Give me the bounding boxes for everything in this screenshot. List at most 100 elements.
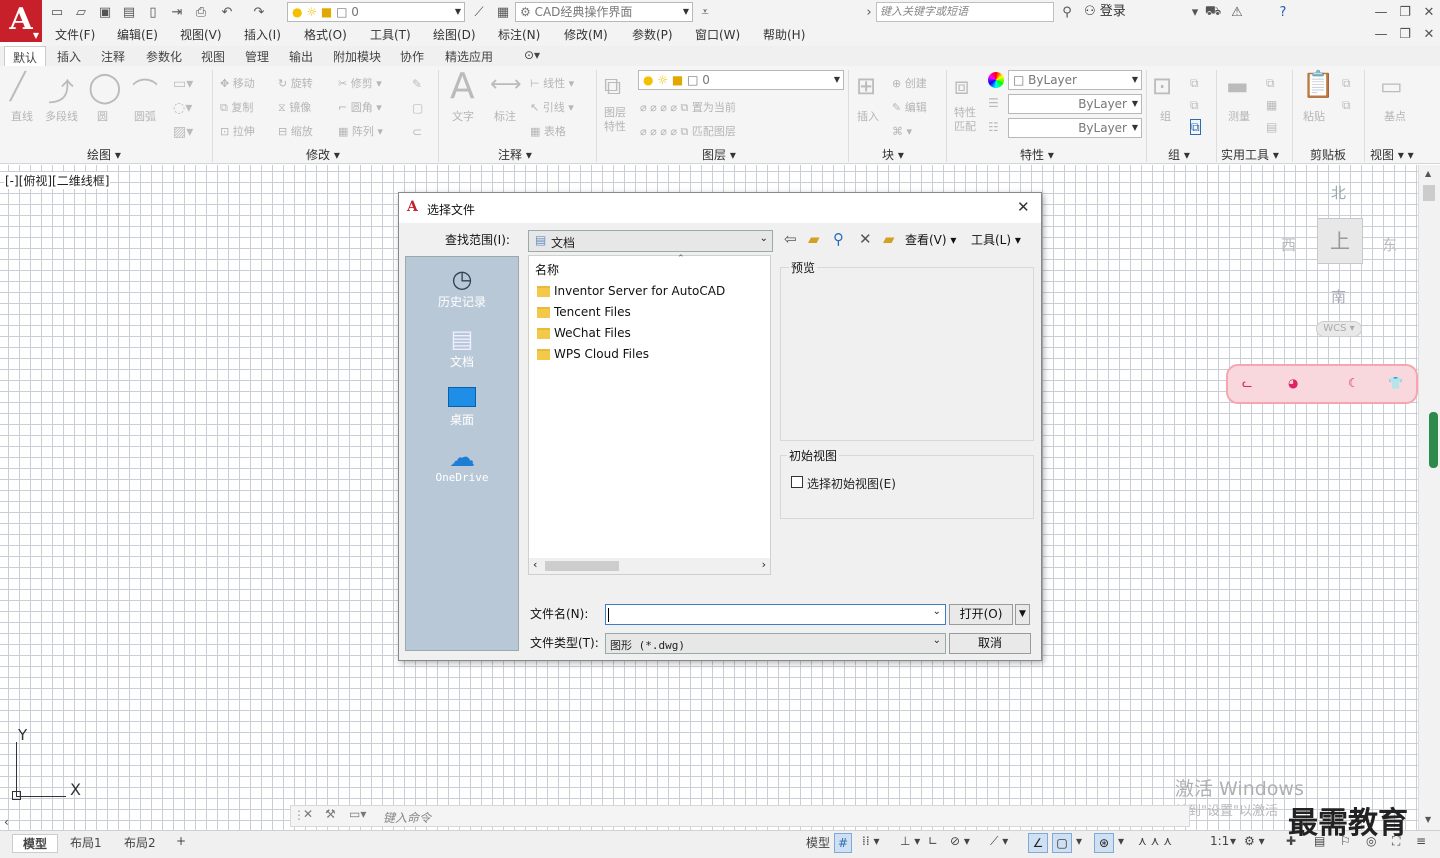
scroll-right-icon[interactable]: › bbox=[762, 558, 766, 571]
menu-draw[interactable]: 绘图(D) bbox=[433, 26, 476, 43]
file-list[interactable]: 名称 ⌃ Inventor Server for AutoCAD Tencent… bbox=[528, 254, 771, 575]
osnap-dropdown-icon[interactable]: ▾ bbox=[1076, 834, 1082, 848]
open-web-icon[interactable]: ▯ bbox=[144, 3, 162, 21]
color-combo[interactable]: □ ByLayer ▼ bbox=[1008, 70, 1142, 90]
vertical-scrollbar[interactable]: ▲ ▼ bbox=[1418, 165, 1440, 830]
restore-icon[interactable]: ❐ bbox=[1396, 3, 1414, 21]
back-icon[interactable]: ⇦ bbox=[784, 230, 797, 248]
menu-dimension[interactable]: 标注(N) bbox=[498, 26, 540, 43]
redo-icon[interactable]: ↷ bbox=[250, 3, 268, 21]
undo-icon[interactable]: ↶ bbox=[218, 3, 236, 21]
insert-block-icon[interactable]: ⊞ bbox=[856, 72, 876, 100]
panel-clip-label[interactable]: 剪贴板 bbox=[1310, 146, 1346, 163]
panel-annotate-label[interactable]: 注释 ▾ bbox=[498, 146, 532, 163]
tab-output[interactable]: 输出 bbox=[289, 48, 313, 65]
panel-props-label[interactable]: 特性 ▾ bbox=[1020, 146, 1054, 163]
compass-north[interactable]: 北 bbox=[1331, 182, 1346, 203]
tab-view[interactable]: 视图 bbox=[201, 48, 225, 65]
osnap-icon[interactable]: ▢ bbox=[1052, 833, 1072, 853]
scroll-down-icon[interactable]: ▼ bbox=[1425, 815, 1431, 824]
infer-icon[interactable]: ⊥ ▾ bbox=[900, 834, 920, 848]
command-input[interactable]: 键入命令 bbox=[383, 809, 431, 826]
delete-icon[interactable]: ✕ bbox=[859, 230, 872, 248]
save-web-icon[interactable]: ⇥ bbox=[168, 3, 186, 21]
scale-tool[interactable]: ⊟ 缩放 bbox=[278, 120, 313, 144]
dialog-close-icon[interactable]: ✕ bbox=[1017, 198, 1030, 216]
menu-edit[interactable]: 编辑(E) bbox=[117, 26, 158, 43]
scale-dropdown-icon[interactable]: ▾ bbox=[1230, 834, 1236, 848]
tab-insert[interactable]: 插入 bbox=[57, 48, 81, 65]
ribbon-paste[interactable]: 粘贴 bbox=[1303, 108, 1325, 124]
login-button[interactable]: ⚇ 登录 bbox=[1084, 2, 1126, 22]
ribbon-text[interactable]: 文字 bbox=[452, 108, 474, 124]
doc-restore-icon[interactable]: ❐ bbox=[1396, 25, 1414, 43]
ribbon-layer-combo[interactable]: ● ☼ ■ □ 0 ▼ bbox=[638, 70, 844, 90]
scroll-left-icon[interactable]: ‹ bbox=[533, 558, 537, 571]
horizontal-scrollbar[interactable]: ‹ › bbox=[529, 558, 770, 574]
array-tool[interactable]: ▦ 阵列 ▾ bbox=[338, 120, 383, 144]
menu-file[interactable]: 文件(F) bbox=[55, 26, 95, 43]
close-icon[interactable]: ✕ bbox=[1420, 3, 1438, 21]
menu-tools[interactable]: 工具(T) bbox=[370, 26, 411, 43]
new-folder-icon[interactable]: ▰ bbox=[883, 230, 895, 248]
osnap-tracking-icon[interactable]: ∠ bbox=[1028, 833, 1048, 853]
view-menu[interactable]: 查看(V) ▾ bbox=[905, 231, 956, 248]
linetype-icon[interactable]: ☷ bbox=[988, 120, 999, 134]
menu-insert[interactable]: 插入(I) bbox=[244, 26, 281, 43]
line-icon[interactable]: ╱ bbox=[10, 72, 26, 102]
doc-close-icon[interactable]: ✕ bbox=[1420, 25, 1438, 43]
color-wheel-icon[interactable] bbox=[988, 72, 1004, 88]
layer-combo[interactable]: ● ☼ ■ □ 0 ▼ bbox=[287, 2, 465, 22]
close-cmd-icon[interactable]: ✕ bbox=[303, 807, 313, 821]
side-slider-handle[interactable] bbox=[1429, 412, 1438, 468]
copy-tool[interactable]: ⧉ 复制 bbox=[220, 96, 255, 120]
open-dropdown-icon[interactable]: ▼ bbox=[1015, 604, 1030, 625]
compass-east[interactable]: 东 bbox=[1382, 234, 1397, 255]
list-item[interactable]: Inventor Server for AutoCAD bbox=[537, 281, 725, 301]
utility-tools-icon[interactable]: ⧉ ▦ ▤ bbox=[1266, 72, 1277, 138]
text-icon[interactable]: A bbox=[450, 66, 475, 107]
menu-parametric[interactable]: 参数(P) bbox=[632, 26, 673, 43]
panel-utils-label[interactable]: 实用工具 ▾ bbox=[1221, 146, 1279, 163]
dimension-icon[interactable]: ⟷ bbox=[490, 72, 522, 97]
menu-modify[interactable]: 修改(M) bbox=[564, 26, 608, 43]
scroll-up-icon[interactable]: ▲ bbox=[1425, 169, 1431, 178]
command-line[interactable]: ⋮ ✕ ⚒ ▭▾ 键入命令 bbox=[290, 805, 1190, 827]
linear-tool[interactable]: ⊢ 线性 ▾ bbox=[530, 72, 574, 96]
search-input[interactable]: 键入关键字或短语 bbox=[876, 2, 1054, 22]
lineweight-icon[interactable]: ☰ bbox=[988, 96, 999, 110]
arc-icon[interactable]: ⌒ bbox=[132, 72, 158, 109]
circle-icon[interactable]: ◯ bbox=[88, 70, 122, 105]
isometric-icon[interactable]: ⟋ ▾ bbox=[990, 834, 1008, 849]
status-model[interactable]: 模型 bbox=[806, 834, 830, 851]
place-documents[interactable]: ▤ 文档 bbox=[406, 325, 518, 370]
new-file-icon[interactable]: ▭ bbox=[48, 3, 66, 21]
ribbon-layer-props[interactable]: 图层特性 bbox=[604, 106, 632, 134]
match-icon[interactable]: ⟋ bbox=[470, 3, 488, 21]
column-name[interactable]: 名称 bbox=[535, 261, 559, 278]
table-tool[interactable]: ▦ 表格 bbox=[530, 120, 574, 144]
trim-tool[interactable]: ✂ 修剪 ▾ bbox=[338, 72, 383, 96]
tab-collaborate[interactable]: 协作 bbox=[400, 48, 424, 65]
ribbon-measure[interactable]: 测量 bbox=[1228, 108, 1250, 124]
tab-layout1[interactable]: 布局1 bbox=[70, 834, 102, 851]
open-button[interactable]: 打开(O) bbox=[949, 604, 1013, 625]
login-dropdown-icon[interactable]: ▾ bbox=[1186, 3, 1204, 21]
tools-menu[interactable]: 工具(L) ▾ bbox=[971, 231, 1021, 248]
ribbon-match-props[interactable]: 特性匹配 bbox=[954, 106, 982, 134]
plot-icon[interactable]: ⎙ bbox=[192, 3, 210, 21]
cancel-button[interactable]: 取消 bbox=[949, 633, 1031, 654]
ribbon-arc[interactable]: 圆弧 bbox=[134, 108, 156, 124]
menu-window[interactable]: 窗口(W) bbox=[695, 26, 740, 43]
panel-draw-label[interactable]: 绘图 ▾ bbox=[87, 146, 121, 163]
layer-tools-row2[interactable]: ⌀ ⌀ ⌀ ⌀ ⧉ 匹配图层 bbox=[640, 120, 736, 144]
ribbon-dimension[interactable]: 标注 bbox=[494, 108, 516, 124]
save-icon[interactable]: ▣ bbox=[96, 3, 114, 21]
move-tool[interactable]: ✥ 移动 bbox=[220, 72, 255, 96]
initview-check-label[interactable]: 选择初始视图(E) bbox=[807, 475, 896, 492]
snap-icon[interactable]: ⁞⁞ ▾ bbox=[862, 834, 879, 848]
add-layout-icon[interactable]: + bbox=[176, 834, 186, 848]
polar-icon[interactable]: ⊘ ▾ bbox=[950, 834, 970, 848]
place-desktop[interactable]: 桌面 bbox=[406, 385, 518, 428]
initview-checkbox[interactable] bbox=[791, 476, 803, 488]
